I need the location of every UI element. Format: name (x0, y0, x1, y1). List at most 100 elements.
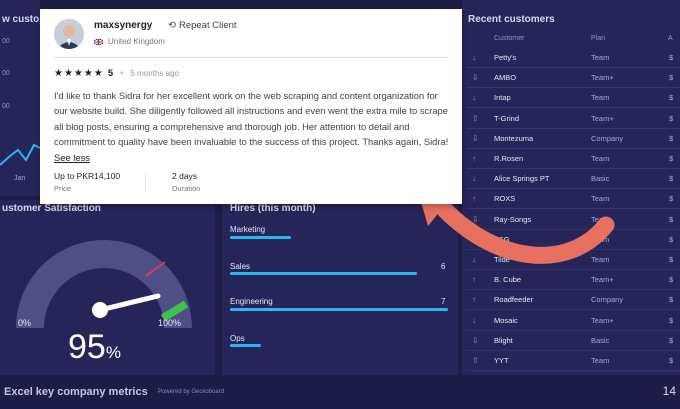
see-less-link[interactable]: See less (54, 152, 90, 163)
customer-name: Petty's (494, 53, 517, 62)
meta-separator (145, 173, 146, 193)
customer-plan: Team (591, 356, 610, 365)
trend-arrow-icon: ⇧ (472, 113, 479, 123)
review-rating: ★★★★★ 5 • 5 months ago (54, 68, 179, 79)
customer-satisfaction-panel: ustomer Satisfaction 0% 100% 95% (0, 200, 215, 375)
customer-plan: Team (591, 154, 610, 163)
hires-label-ops: Ops (230, 334, 245, 343)
hires-bar-ops (230, 344, 261, 347)
uk-flag-icon (94, 38, 103, 45)
customer-name: Blight (494, 335, 513, 345)
customer-amount: $ (669, 73, 674, 83)
hires-label-marketing: Marketing (230, 225, 266, 234)
customer-name: YYT (494, 356, 509, 365)
customer-amount: $ (669, 234, 674, 244)
trend-arrow-icon: ↓ (472, 315, 476, 325)
recent-customers-title: Recent customers (468, 14, 555, 25)
satisfaction-value: 95% (68, 328, 121, 366)
table-row: ↑ Roadfeeder Company $ (466, 290, 680, 310)
hires-bar-marketing (230, 236, 291, 239)
customer-amount: $ (669, 93, 674, 103)
table-row: ⇩ Montezuma Company $ (466, 129, 680, 149)
repeat-icon: ⟲ (168, 20, 176, 31)
separator-dot: • (120, 68, 124, 79)
rating-value: 5 (107, 68, 114, 79)
trend-arrow-icon: ⇧ (472, 356, 479, 365)
footer-powered: Powered by Geckoboard (158, 389, 225, 395)
table-row: ↓ Mosaic Team+ $ (466, 311, 680, 331)
repeat-client-label: Repeat Client (178, 20, 237, 31)
table-row: ↑ R.Rosen Team $ (466, 149, 680, 169)
gauge-min-label: 0% (18, 318, 32, 328)
row-divider (466, 370, 680, 371)
customer-amount: $ (669, 214, 674, 224)
table-row: ⇧ YYT Team $ (466, 351, 680, 371)
customer-name: Mosaic (494, 315, 518, 325)
trend-arrow-icon: ⇩ (472, 133, 479, 143)
review-text: I'd like to thank Sidra for her excellen… (54, 88, 452, 165)
user-avatar (54, 19, 84, 49)
customer-amount: $ (669, 133, 674, 143)
customer-plan: Team (591, 93, 610, 103)
customer-plan: Company (591, 133, 624, 143)
customer-name: T-Grind (494, 113, 520, 123)
column-header-amount: A (668, 35, 673, 42)
table-row: ⇩ Blight Basic $ (466, 331, 680, 351)
price-label: Price (54, 184, 72, 193)
customer-plan: Team+ (591, 315, 614, 325)
trend-arrow-icon: ⇩ (472, 335, 479, 345)
axis-tick: Jan (14, 175, 26, 182)
customer-amount: $ (669, 174, 674, 184)
customer-amount: $ (669, 275, 674, 285)
reviewer-username[interactable]: maxsynergy (94, 20, 152, 31)
footer-title: Excel key company metrics (4, 386, 148, 398)
trend-arrow-icon: ↑ (472, 295, 476, 305)
new-customers-panel: w custo 00 00 00 Jan (0, 0, 40, 196)
trend-arrow-icon: ↓ (472, 93, 476, 103)
customer-plan: Team (591, 53, 610, 62)
new-customers-sparkline (0, 143, 40, 166)
satisfaction-gauge (16, 240, 192, 329)
customer-amount: $ (669, 356, 674, 365)
customer-plan: Company (591, 295, 624, 305)
table-row: ↓ Petty's Team $ (466, 48, 680, 68)
review-card: maxsynergy ⟲ Repeat Client United Kingdo… (40, 9, 462, 204)
hires-value-engineering: 7 (441, 297, 446, 306)
hires-bar-sales (230, 272, 417, 275)
price-value: Up to PKR14,100 (54, 171, 121, 181)
customer-amount: $ (669, 315, 674, 325)
customer-name: AMBO (494, 73, 517, 83)
hires-label-engineering: Engineering (230, 297, 273, 306)
customer-name: Roadfeeder (494, 295, 534, 305)
hires-label-sales: Sales (230, 262, 251, 271)
customer-plan: Team+ (591, 275, 614, 285)
hires-bar-engineering (230, 308, 448, 311)
column-header-plan: Plan (591, 35, 606, 42)
customer-name: B. Cube (494, 275, 522, 285)
trend-arrow-icon: ↑ (472, 154, 476, 163)
hires-title: Hires (this month) (230, 203, 316, 214)
review-body: I'd like to thank Sidra for her excellen… (54, 90, 449, 148)
duration-value: 2 days (172, 171, 198, 181)
axis-tick: 00 (2, 103, 10, 110)
new-customers-title: w custo (2, 14, 40, 25)
customer-amount: $ (669, 335, 674, 345)
customer-plan: Basic (591, 335, 610, 345)
customer-name: Intap (494, 93, 511, 103)
reviewer-country: United Kingdom (94, 37, 165, 46)
customer-amount: $ (669, 53, 674, 62)
trend-arrow-icon: ↑ (472, 275, 476, 285)
customer-plan: Team+ (591, 113, 614, 123)
table-row: ↓ Intap Team $ (466, 88, 680, 108)
gauge-max-label: 100% (158, 318, 182, 328)
table-row: ⇧ T-Grind Team+ $ (466, 109, 680, 129)
footer-value: 14 (662, 384, 676, 398)
country-label: United Kingdom (108, 37, 165, 46)
customer-name: R.Rosen (494, 154, 524, 163)
review-time-ago: 5 months ago (130, 69, 179, 78)
table-row: ⇩ AMBO Team+ $ (466, 68, 680, 88)
customer-amount: $ (669, 113, 674, 123)
trend-arrow-icon: ↓ (472, 53, 476, 62)
five-stars-icon: ★★★★★ (54, 68, 104, 79)
customer-name: Montezuma (494, 133, 534, 143)
